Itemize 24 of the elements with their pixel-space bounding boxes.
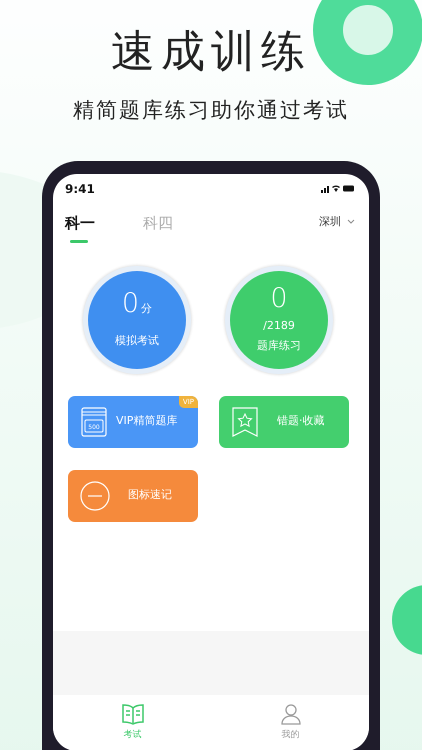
feature-tile[interactable]: 图标速记 [68,470,198,522]
feature-tile[interactable]: 错题·收藏 [219,396,349,448]
subtitle: 精简题库练习助你通过考试 [72,97,350,124]
stat-value: 0 [270,282,288,314]
status-time: 9:41 [65,180,95,198]
minus-circle-icon [80,480,110,510]
status-icons [321,184,355,193]
stat-value: 0 [122,288,140,319]
city-selector[interactable]: 深圳 [319,214,355,230]
stat-unit: 分 [141,302,152,315]
stat-circle[interactable]: 0 /2189 题库练习 [230,270,328,368]
subject-tab[interactable]: 科四 [143,212,173,234]
subject-tab[interactable]: 科一 [65,212,95,243]
caret-icon [347,219,355,224]
book-icon [120,702,144,724]
bookmark-star-icon [231,406,259,438]
nav-tab[interactable]: 考试 [120,702,144,750]
nav-tab[interactable]: 我的 [280,702,302,750]
stat-label: 模拟考试 [115,332,159,349]
stat-circle[interactable]: 0 分 模拟考试 [88,270,186,368]
headline: 速成训练 [111,25,311,74]
user-icon [280,702,302,724]
stat-label: 题库练习 [257,338,301,354]
stat-total: /2189 [263,318,295,334]
